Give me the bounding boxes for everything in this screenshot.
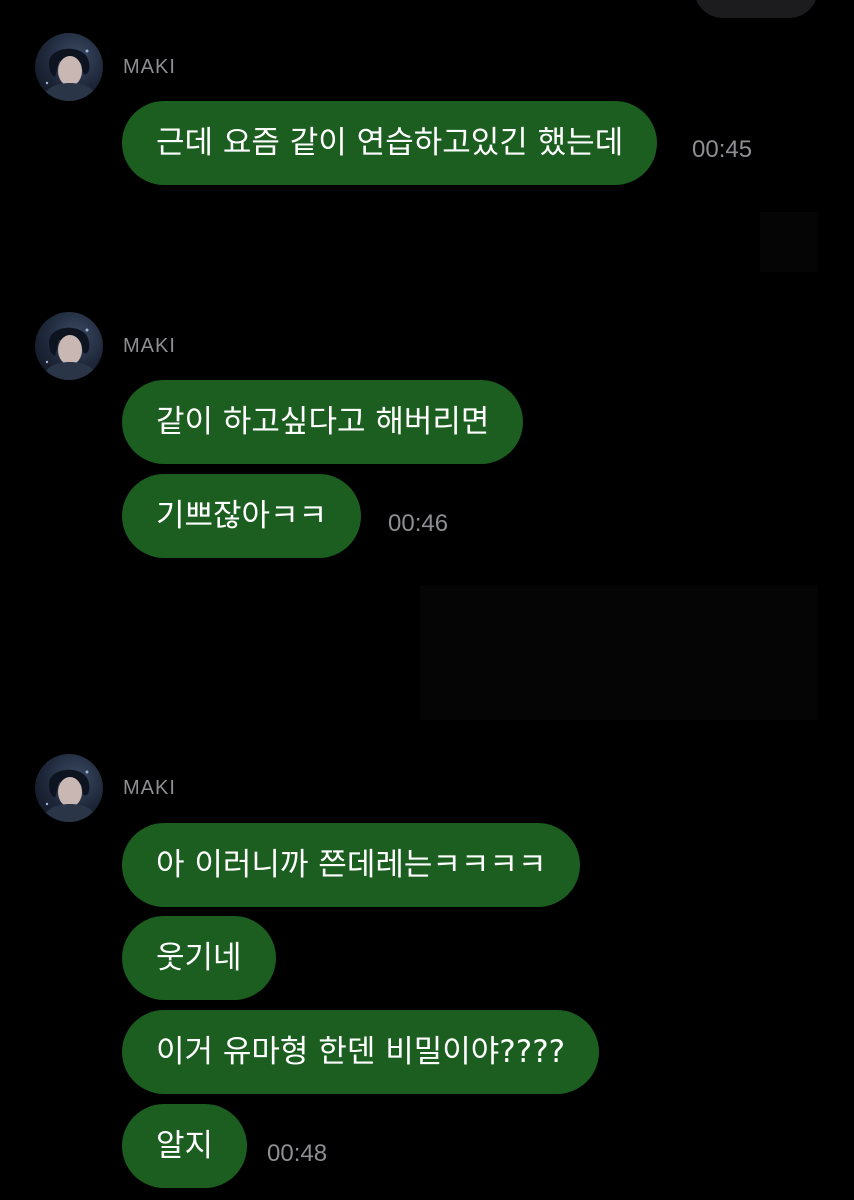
sender-name: MAKI: [123, 777, 176, 799]
sender-name: MAKI: [123, 56, 176, 78]
message-timestamp: 00:45: [692, 136, 753, 163]
profile-photo-icon: [41, 327, 99, 380]
sender-name: MAKI: [123, 335, 176, 357]
message-bubble[interactable]: 이거 유마형 한덴 비밀이야????: [122, 1010, 600, 1094]
message-bubble[interactable]: 같이 하고싶다고 해버리면: [122, 380, 524, 464]
message-bubble[interactable]: 알지: [122, 1104, 248, 1188]
message-timestamp: 00:48: [267, 1140, 328, 1167]
profile-photo-icon: [41, 48, 99, 101]
profile-photo-icon: [41, 769, 99, 822]
message-bubble[interactable]: 기쁘잖아ㅋㅋ: [122, 474, 362, 558]
message-timestamp: 00:46: [388, 510, 449, 537]
obscured-region: [420, 585, 818, 720]
message-bubble[interactable]: 아 이러니까 쯘데레는ㅋㅋㅋㅋ: [122, 823, 581, 907]
partial-outgoing-bubble: [694, 0, 818, 18]
obscured-region: [760, 212, 818, 272]
message-bubble[interactable]: 웃기네: [122, 916, 276, 1000]
avatar[interactable]: [35, 312, 103, 380]
avatar[interactable]: [35, 33, 103, 101]
avatar[interactable]: [35, 754, 103, 822]
message-bubble[interactable]: 근데 요즘 같이 연습하고있긴 했는데: [122, 101, 658, 185]
